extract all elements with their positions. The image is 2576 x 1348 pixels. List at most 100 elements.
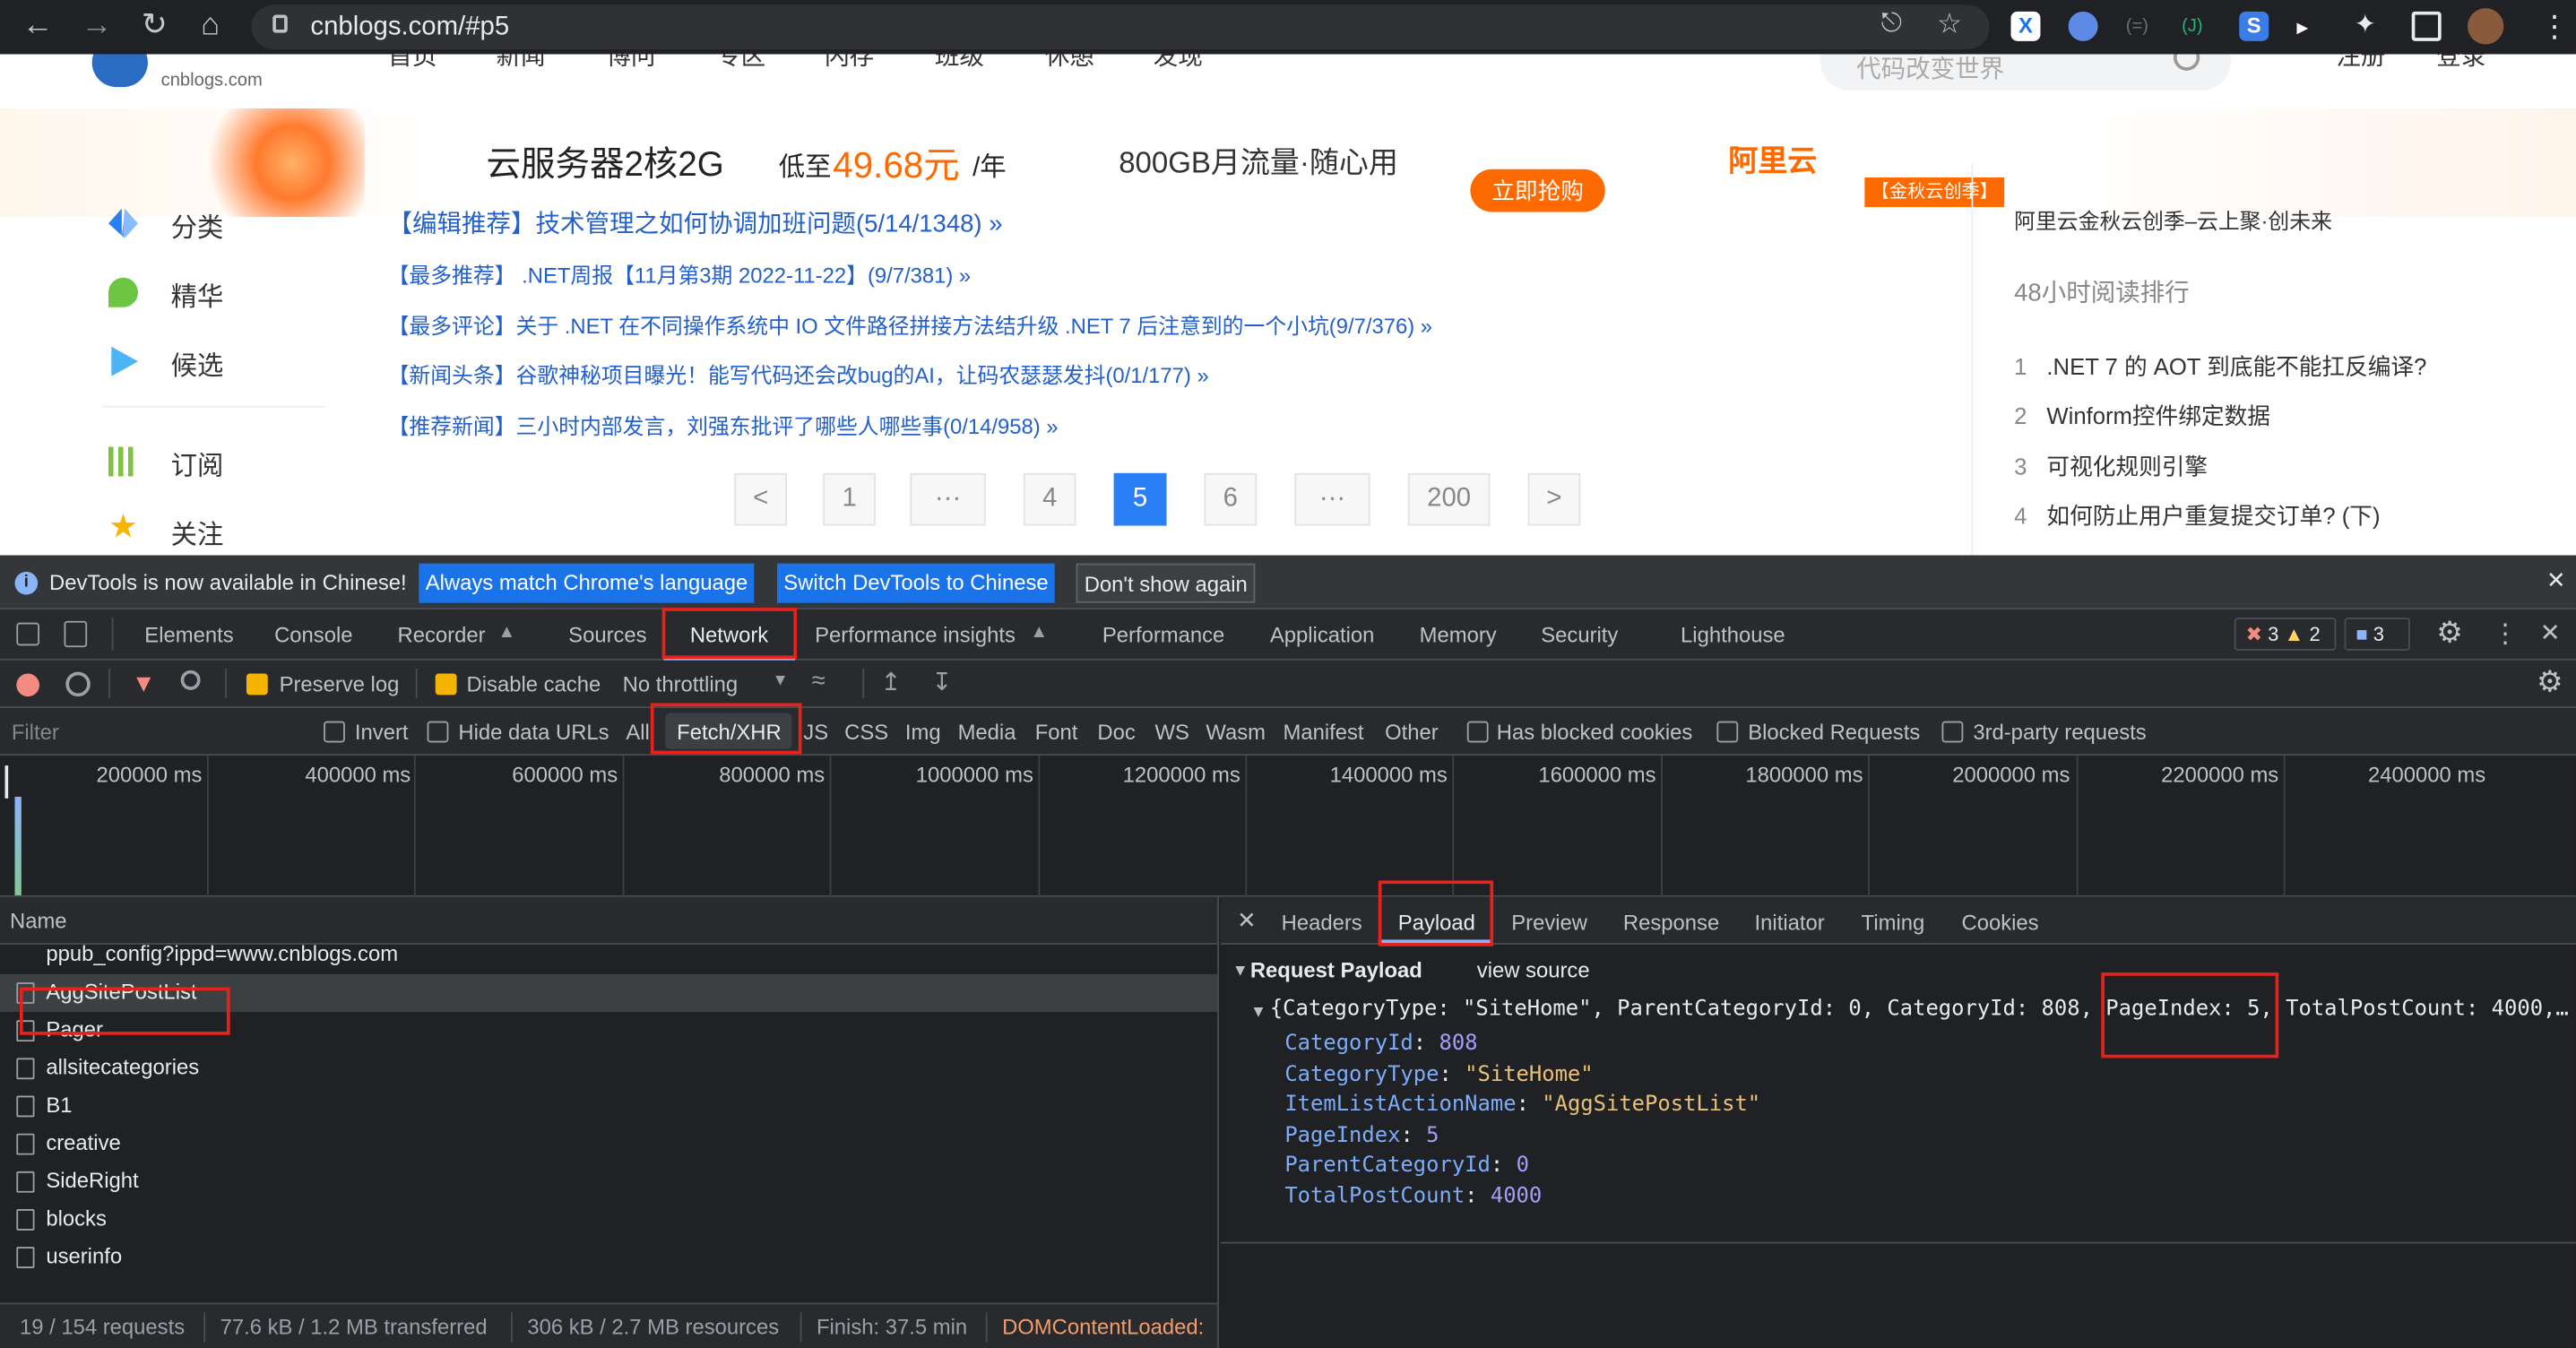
type-font[interactable]: Font — [1035, 720, 1078, 744]
switch-chinese-button[interactable]: Switch DevTools to Chinese — [776, 563, 1055, 603]
type-wasm[interactable]: Wasm — [1206, 720, 1266, 744]
register-link[interactable]: 注册 — [2336, 54, 2385, 72]
has-blocked-cookies-checkbox[interactable] — [1466, 721, 1489, 743]
payload-field[interactable]: CategoryId: 808 — [1284, 1032, 1477, 1056]
dont-show-again-button[interactable]: Don't show again — [1076, 563, 1256, 603]
filter-funnel-icon[interactable]: ▼ — [132, 670, 156, 698]
recommend-link-editor[interactable]: 【编辑推荐】技术管理之如何协调加班问题(5/14/1348) » — [388, 205, 1003, 239]
tab-initiator[interactable]: Initiator — [1755, 910, 1825, 934]
tab-performance[interactable]: Performance — [1102, 623, 1224, 647]
menu-kebab-icon[interactable]: ⋮ — [2540, 10, 2570, 44]
pager-page[interactable]: 4 — [1023, 472, 1076, 526]
tab-sources[interactable]: Sources — [568, 623, 646, 647]
pager-next[interactable]: > — [1527, 472, 1581, 526]
reload-icon[interactable]: ↻ — [133, 6, 176, 46]
tab-headers[interactable]: Headers — [1282, 910, 1362, 934]
nav-news[interactable]: 新闻 — [497, 54, 546, 72]
table-row[interactable]: blocks — [0, 1201, 1217, 1239]
nav-discover[interactable]: 发现 — [1154, 54, 1203, 72]
tab-cookies[interactable]: Cookies — [1961, 910, 2038, 934]
type-js[interactable]: JS — [803, 720, 828, 744]
extension-s-icon[interactable]: S — [2239, 11, 2269, 41]
table-row[interactable]: ppub_config?ippd=www.cnblogs.com — [0, 945, 1217, 974]
clear-icon[interactable] — [65, 671, 91, 697]
type-img[interactable]: Img — [905, 720, 941, 744]
rank-item[interactable]: 1 .NET 7 的 AOT 到底能不能扛反编译? — [2014, 350, 2426, 383]
settings-gear-icon[interactable]: ⚙ — [2436, 616, 2463, 650]
share-icon[interactable]: ⎋ — [1881, 10, 1902, 39]
forward-arrow-icon[interactable]: → — [75, 6, 118, 46]
payload-field[interactable]: CategoryType: "SiteHome" — [1284, 1063, 1593, 1087]
network-settings-gear-icon[interactable]: ⚙ — [2537, 665, 2563, 699]
chevron-down-icon[interactable]: ▼ — [1250, 1004, 1266, 1022]
recommend-link-headline[interactable]: 【新闻头条】谷歌神秘项目曝光！能写代码还会改bug的AI，让码农瑟瑟发抖(0/1… — [388, 359, 1209, 390]
recommend-link-comments[interactable]: 【最多评论】关于 .NET 在不同操作系统中 IO 文件路径拼接方法结升级 .N… — [388, 309, 1432, 341]
recommend-link-news[interactable]: 【推荐新闻】三小时内部发言，刘强东批评了哪些人哪些事(0/14/958) » — [388, 409, 1059, 440]
type-all[interactable]: All — [626, 720, 649, 744]
search-icon[interactable] — [2173, 54, 2200, 71]
messages-counter[interactable]: ■ 3 — [2344, 618, 2410, 651]
tab-security[interactable]: Security — [1541, 623, 1618, 647]
close-detail-icon[interactable]: ✕ — [1237, 907, 1257, 935]
extension-x-icon[interactable]: X — [2010, 11, 2041, 41]
more-kebab-icon[interactable]: ⋮ — [2493, 618, 2519, 651]
recommend-link-most[interactable]: 【最多推荐】 .NET周报【11月第3期 2022-11-22】(9/7/381… — [388, 258, 972, 289]
banner-cta-button[interactable]: 立即抢购 — [1470, 168, 1605, 212]
tab-elements[interactable]: Elements — [144, 623, 233, 647]
pager-ellipsis[interactable]: ··· — [910, 472, 986, 526]
extension-circle-icon[interactable] — [2068, 11, 2098, 41]
pager-page[interactable]: 1 — [823, 472, 876, 526]
sidepanel-icon[interactable] — [2411, 11, 2442, 41]
network-overview-timeline[interactable]: 200000 ms 400000 ms 600000 ms 800000 ms … — [0, 756, 2576, 897]
record-icon[interactable] — [16, 673, 39, 697]
third-party-checkbox[interactable] — [1941, 721, 1964, 743]
type-ws[interactable]: WS — [1155, 720, 1189, 744]
throttling-select[interactable]: No throttling — [623, 672, 738, 696]
nav-zone[interactable]: 专区 — [716, 54, 765, 72]
table-row[interactable]: B1 — [0, 1087, 1217, 1125]
tab-response[interactable]: Response — [1623, 910, 1719, 934]
network-conditions-icon[interactable]: ≈ — [811, 667, 825, 695]
preserve-log-checkbox[interactable] — [246, 673, 268, 696]
avatar[interactable] — [2468, 8, 2504, 45]
type-css[interactable]: CSS — [844, 720, 888, 744]
chevron-down-icon[interactable]: ▼ — [772, 672, 788, 690]
match-language-button[interactable]: Always match Chrome's language — [419, 563, 755, 603]
import-har-icon[interactable]: ↥ — [880, 667, 901, 696]
type-other[interactable]: Other — [1385, 720, 1439, 744]
request-list-header[interactable]: Name — [0, 896, 1220, 945]
ad-banner[interactable]: 云服务器2核2G 低至 49.68元 /年 800GB月流量·随心用 立即抢购 … — [0, 108, 2576, 217]
extension-json-icon[interactable]: (J) — [2182, 12, 2211, 41]
nav-rest[interactable]: 休憩 — [1045, 54, 1094, 72]
pager-current[interactable]: 5 — [1113, 472, 1167, 526]
close-devtools-icon[interactable]: ✕ — [2540, 618, 2561, 647]
name-column-header[interactable]: Name — [10, 909, 67, 933]
pager-page[interactable]: 6 — [1204, 472, 1258, 526]
tab-memory[interactable]: Memory — [1420, 623, 1497, 647]
nav-class[interactable]: 班级 — [935, 54, 984, 72]
table-row[interactable]: creative — [0, 1126, 1217, 1163]
hide-data-urls-checkbox[interactable] — [427, 721, 449, 743]
chevron-down-icon[interactable]: ▼ — [1232, 963, 1249, 981]
disable-cache-checkbox[interactable] — [435, 673, 457, 696]
filter-input[interactable]: Filter — [12, 720, 59, 744]
blocked-requests-checkbox[interactable] — [1716, 721, 1739, 743]
tab-application[interactable]: Application — [1270, 623, 1375, 647]
pager-prev[interactable]: < — [734, 472, 787, 526]
extension-braces-icon[interactable]: (=) — [2126, 12, 2156, 41]
address-bar[interactable]: cnblogs.com/#p5 ⎋ ☆ — [251, 4, 1990, 49]
table-row[interactable]: allsitecategories — [0, 1050, 1217, 1087]
payload-field[interactable]: ItemListActionName: "AggSitePostList" — [1284, 1093, 1760, 1117]
extension-cursor-icon[interactable]: ▸ — [2296, 12, 2326, 41]
login-link[interactable]: 登录 — [2436, 54, 2485, 72]
table-row[interactable]: userinfo — [0, 1239, 1217, 1276]
view-source-link[interactable]: view source — [1477, 958, 1590, 982]
site-search-input[interactable]: 代码改变世界 — [1820, 54, 2232, 91]
tab-performance-insights[interactable]: Performance insights — [815, 623, 1016, 647]
nav-questions[interactable]: 博问 — [606, 54, 655, 72]
rank-item[interactable]: 2 Winform控件绑定数据 — [2014, 399, 2270, 432]
home-icon[interactable]: ⌂ — [189, 6, 232, 46]
device-toolbar-icon[interactable] — [64, 620, 88, 648]
right-ad-link[interactable]: 阿里云金秋云创季–云上聚·创未来 — [2014, 203, 2332, 235]
table-row[interactable]: SideRight — [0, 1163, 1217, 1201]
